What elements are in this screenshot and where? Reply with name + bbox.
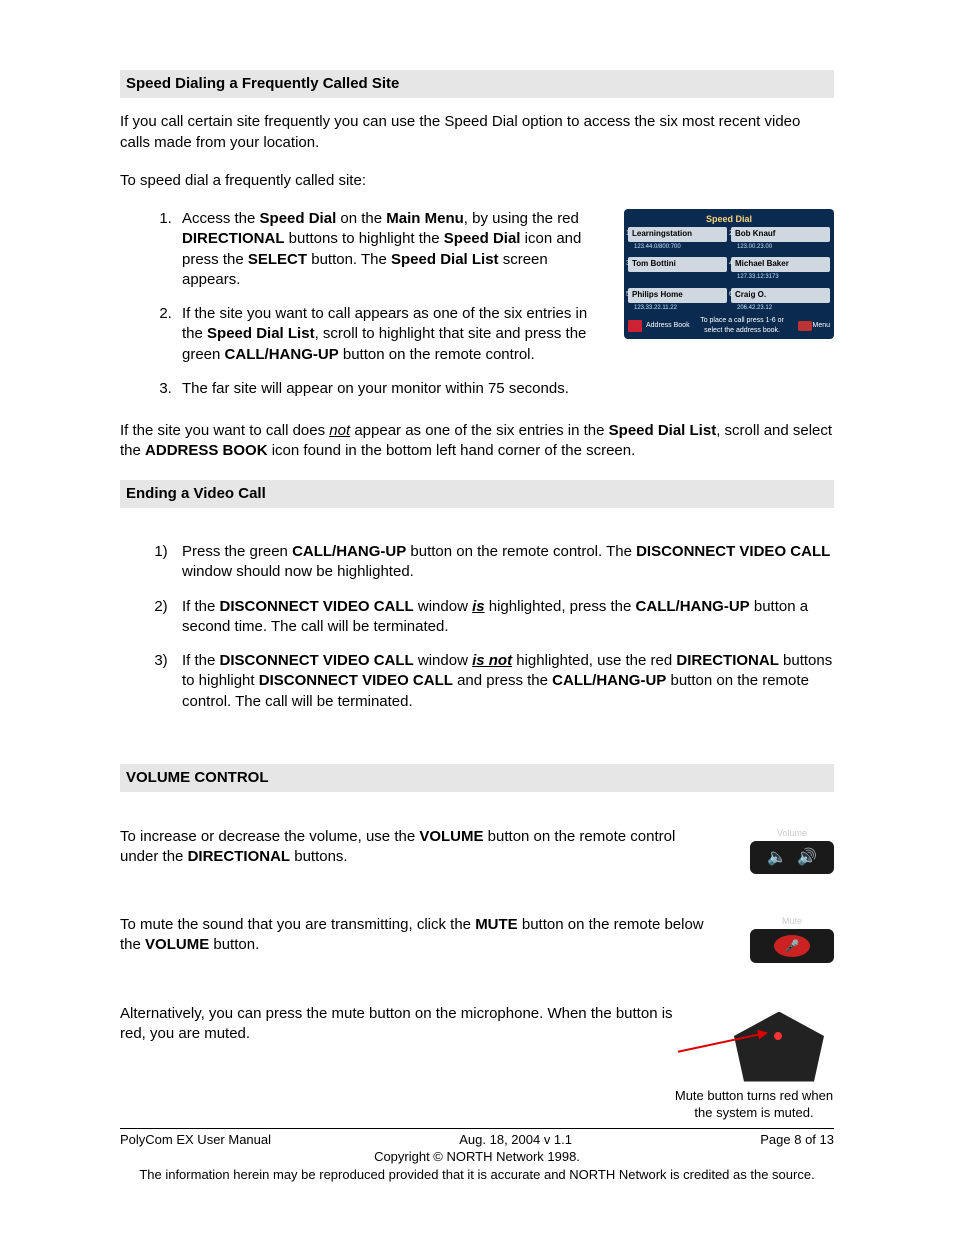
speed-dial-screenshot: Speed Dial 1Learningstation123.44.0/800:…: [624, 209, 834, 339]
menu-icon: [798, 321, 812, 331]
footer-left: PolyCom EX User Manual: [120, 1131, 271, 1149]
section-heading-ending-call: Ending a Video Call: [120, 480, 834, 508]
volume-text: To increase or decrease the volume, use …: [120, 827, 750, 868]
mute-indicator-icon: [774, 1032, 782, 1040]
after-steps-text: If the site you want to call does not ap…: [120, 421, 834, 462]
footer-mid: Aug. 18, 2004 v 1.1: [459, 1131, 572, 1149]
speed-dial-steps: Access the Speed Dial on the Main Menu, …: [120, 209, 604, 399]
volume-up-icon: 🔊: [797, 847, 817, 869]
mute-icon: 🎤: [774, 935, 810, 957]
sd-title: Speed Dial: [628, 213, 830, 225]
volume-control-image: Volume 🔈 🔊: [750, 827, 834, 875]
step-3: The far site will appear on your monitor…: [176, 379, 604, 399]
mute-caption: Mute button turns red when the system is…: [674, 1087, 834, 1122]
end-step-1: Press the green CALL/HANG-UP button on t…: [176, 542, 834, 583]
step-1: Access the Speed Dial on the Main Menu, …: [176, 209, 604, 290]
mic-mute-text: Alternatively, you can press the mute bu…: [120, 1004, 724, 1045]
mute-text: To mute the sound that you are transmitt…: [120, 915, 750, 956]
address-book-label: Address Book: [646, 321, 690, 330]
footer-right: Page 8 of 13: [760, 1131, 834, 1149]
section-heading-speed-dial: Speed Dialing a Frequently Called Site: [120, 70, 834, 98]
footer-disclaimer: The information herein may be reproduced…: [120, 1166, 834, 1184]
mute-control-image: Mute 🎤: [750, 915, 834, 963]
microphone-image: [724, 1004, 834, 1089]
menu-label: Menu: [812, 321, 830, 330]
sd-hint: To place a call press 1-6 or select the …: [690, 316, 795, 335]
intro-text: If you call certain site frequently you …: [120, 112, 834, 153]
section-heading-volume: VOLUME CONTROL: [120, 764, 834, 792]
end-step-2: If the DISCONNECT VIDEO CALL window is h…: [176, 597, 834, 638]
sd-grid: 1Learningstation123.44.0/800:700 2Bob Kn…: [628, 227, 830, 314]
address-book-icon: [628, 320, 642, 332]
end-call-steps: Press the green CALL/HANG-UP button on t…: [120, 542, 834, 712]
step-2: If the site you want to call appears as …: [176, 304, 604, 365]
lead-text: To speed dial a frequently called site:: [120, 171, 834, 191]
footer-top: PolyCom EX User Manual Aug. 18, 2004 v 1…: [120, 1131, 834, 1149]
end-step-3: If the DISCONNECT VIDEO CALL window is n…: [176, 651, 834, 712]
volume-down-icon: 🔈: [767, 847, 787, 869]
footer-copy: Copyright © NORTH Network 1998.: [120, 1148, 834, 1166]
